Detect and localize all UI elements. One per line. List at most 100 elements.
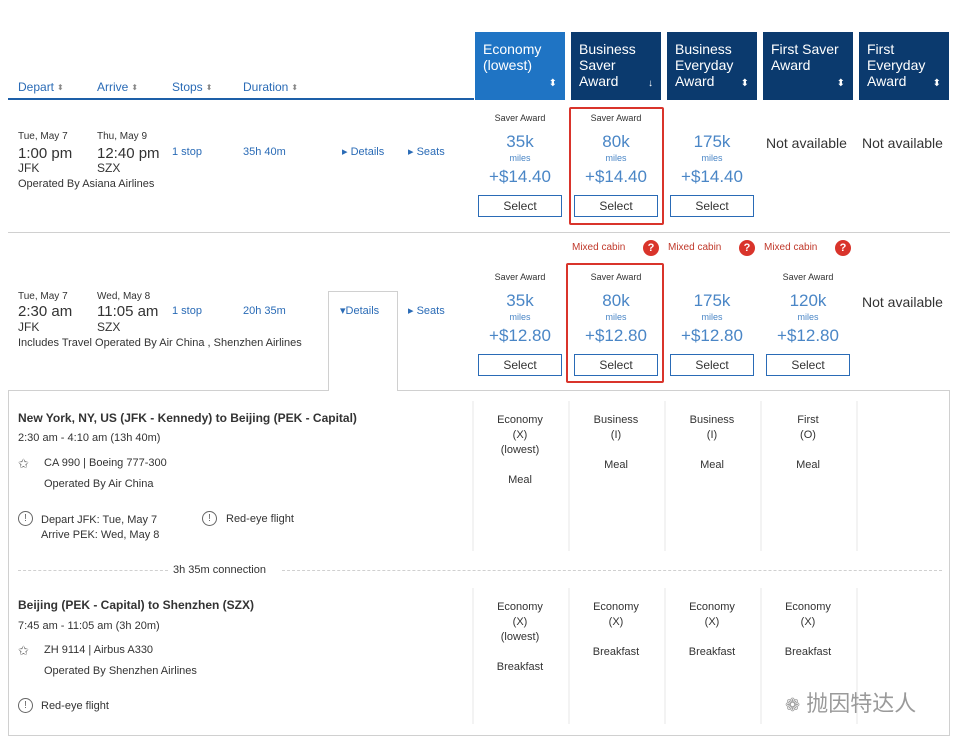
fare-tax: +$12.80 bbox=[489, 326, 551, 345]
fare-miles-label: miles bbox=[509, 312, 531, 322]
mixed-cabin-label: Mixed cabin bbox=[572, 242, 626, 253]
flight1-arrive-time: 12:40 pm bbox=[97, 145, 160, 162]
fare-tax: +$14.40 bbox=[489, 167, 551, 186]
flight1-depart-time: 1:00 pm bbox=[18, 145, 73, 162]
sort-arrows-icon: ⬍ bbox=[548, 78, 557, 89]
warning-icon: ! bbox=[202, 511, 217, 526]
sort-arrows-icon: ⬍ bbox=[836, 78, 845, 89]
flight2-depart-date: Tue, May 7 bbox=[18, 291, 68, 302]
connection-label: 3h 35m connection bbox=[173, 564, 266, 576]
header-underline bbox=[8, 98, 474, 100]
fare-miles: 120k bbox=[789, 291, 827, 310]
help-icon[interactable]: ? bbox=[739, 240, 755, 256]
wechat-icon: ❁ bbox=[785, 695, 801, 715]
segment1-operated: Operated By Air China bbox=[44, 478, 154, 490]
flight2-depart-code: JFK bbox=[18, 320, 40, 334]
flight2-arrive-date: Wed, May 8 bbox=[97, 291, 151, 302]
segment1-times: 2:30 am - 4:10 am (13h 40m) bbox=[18, 432, 161, 444]
flight1-duration: 35h 40m bbox=[243, 146, 286, 158]
segment2-cabin: Economy (X) Breakfast bbox=[688, 601, 736, 658]
fare-miles: 35k bbox=[506, 291, 534, 310]
segment2-redeye: Red-eye flight bbox=[41, 700, 109, 712]
select-button[interactable]: Select bbox=[766, 354, 850, 376]
sort-down-icon: ↓ bbox=[648, 78, 653, 89]
sort-arrows-icon: ⬍ bbox=[205, 83, 213, 92]
segment1-warning-dates: Depart JFK: Tue, May 7 Arrive PEK: Wed, … bbox=[41, 514, 160, 541]
select-button[interactable]: Select bbox=[478, 195, 562, 217]
star-alliance-icon: ✩ bbox=[18, 643, 29, 658]
sort-arrows-icon: ⬍ bbox=[740, 78, 749, 89]
highlight-box bbox=[569, 107, 664, 225]
caret-right-icon: ▸ bbox=[342, 146, 348, 158]
flight2-operated: Includes Travel Operated By Air China , … bbox=[18, 337, 302, 349]
flight1-seats-link[interactable]: ▸ Seats bbox=[408, 145, 445, 158]
sort-arrows-icon: ⬍ bbox=[932, 78, 941, 89]
segment2-cabin: Economy (X) (lowest) Breakfast bbox=[496, 601, 544, 673]
sort-arrows-icon: ⬍ bbox=[57, 83, 64, 92]
mixed-cabin-label: Mixed cabin bbox=[764, 242, 818, 253]
fare-miles: 175k bbox=[693, 291, 731, 310]
sort-duration[interactable]: Duration ⬍ bbox=[243, 80, 298, 94]
segment2-cabin: Economy (X) Breakfast bbox=[592, 601, 640, 658]
segment1-flight: CA 990 | Boeing 777-300 bbox=[44, 457, 167, 469]
segment2-cabin: Economy (X) Breakfast bbox=[784, 601, 832, 658]
star-alliance-icon: ✩ bbox=[18, 456, 29, 471]
flight2-arrive-time: 11:05 am bbox=[97, 303, 159, 320]
fare-header-economy[interactable]: Economy (lowest) ⬍ bbox=[475, 32, 565, 100]
segment1-cabin: Business (I) Meal bbox=[593, 414, 639, 471]
sort-stops[interactable]: Stops ⬍ bbox=[172, 80, 212, 94]
segment2-times: 7:45 am - 11:05 am (3h 20m) bbox=[18, 620, 160, 632]
fare-miles: 35k bbox=[506, 132, 534, 151]
flight1-details-link[interactable]: ▸ Details bbox=[342, 145, 384, 158]
segment1-redeye: Red-eye flight bbox=[226, 513, 294, 525]
select-button[interactable]: Select bbox=[670, 354, 754, 376]
flight1-operated: Operated By Asiana Airlines bbox=[18, 178, 155, 190]
fare-miles: 175k bbox=[693, 132, 731, 151]
flight1-stops[interactable]: 1 stop bbox=[172, 146, 202, 158]
fare-tax: +$12.80 bbox=[681, 326, 743, 345]
fare-miles-label: miles bbox=[701, 312, 723, 322]
flight1-depart-date: Tue, May 7 bbox=[18, 131, 68, 142]
flight2-seats-link[interactable]: ▸ Seats bbox=[408, 304, 445, 317]
flight2-details-link[interactable]: ▾Details bbox=[340, 304, 379, 317]
fare-header-business-saver[interactable]: Business Saver Award ↓ bbox=[571, 32, 661, 100]
sort-depart[interactable]: Depart ⬍ bbox=[18, 80, 64, 94]
segment1-cabin: Business (I) Meal bbox=[689, 414, 735, 471]
segment1-cabin: Economy (X) (lowest) Meal bbox=[497, 414, 543, 486]
caret-right-icon: ▸ bbox=[408, 305, 414, 317]
sort-arrive[interactable]: Arrive ⬍ bbox=[97, 80, 138, 94]
fare-saver-label: Saver Award bbox=[494, 113, 546, 123]
caret-right-icon: ▸ bbox=[408, 146, 414, 158]
fare-header-business-everyday[interactable]: Business Everyday Award ⬍ bbox=[667, 32, 757, 100]
fare-miles-label: miles bbox=[797, 312, 819, 322]
select-button[interactable]: Select bbox=[478, 354, 562, 376]
fare-tax: +$14.40 bbox=[681, 167, 743, 186]
flight2-stops[interactable]: 1 stop bbox=[172, 305, 202, 317]
segment1-cabin: First (O) Meal bbox=[796, 414, 820, 471]
fare-header-first-everyday[interactable]: First Everyday Award ⬍ bbox=[859, 32, 949, 100]
highlight-box bbox=[566, 263, 664, 383]
warning-icon: ! bbox=[18, 511, 33, 526]
help-icon[interactable]: ? bbox=[835, 240, 851, 256]
mixed-cabin-label: Mixed cabin bbox=[668, 242, 722, 253]
fare-saver-label: Saver Award bbox=[494, 272, 546, 282]
segment2-flight: ZH 9114 | Airbus A330 bbox=[44, 644, 154, 656]
flight2-arrive-code: SZX bbox=[97, 320, 121, 334]
warning-icon: ! bbox=[18, 698, 33, 713]
fare-miles-label: miles bbox=[509, 153, 531, 163]
segment2-operated: Operated By Shenzhen Airlines bbox=[44, 665, 197, 677]
watermark: ❁ 抛因特达人 bbox=[785, 691, 917, 716]
help-icon[interactable]: ? bbox=[643, 240, 659, 256]
fare-not-available: Not available bbox=[862, 135, 943, 151]
segment1-route: New York, NY, US (JFK - Kennedy) to Beij… bbox=[18, 411, 357, 425]
segment2-route: Beijing (PEK - Capital) to Shenzhen (SZX… bbox=[18, 598, 255, 612]
fare-header-first-saver[interactable]: First Saver Award ⬍ bbox=[763, 32, 853, 100]
flight1-arrive-code: SZX bbox=[97, 161, 121, 175]
flight2-depart-time: 2:30 am bbox=[18, 303, 73, 320]
sort-arrows-icon: ⬍ bbox=[291, 83, 299, 92]
select-button[interactable]: Select bbox=[670, 195, 754, 217]
fare-not-available: Not available bbox=[862, 294, 943, 310]
fare-not-available: Not available bbox=[766, 135, 847, 151]
flight1-depart-code: JFK bbox=[18, 161, 40, 175]
fare-saver-label: Saver Award bbox=[782, 272, 834, 282]
